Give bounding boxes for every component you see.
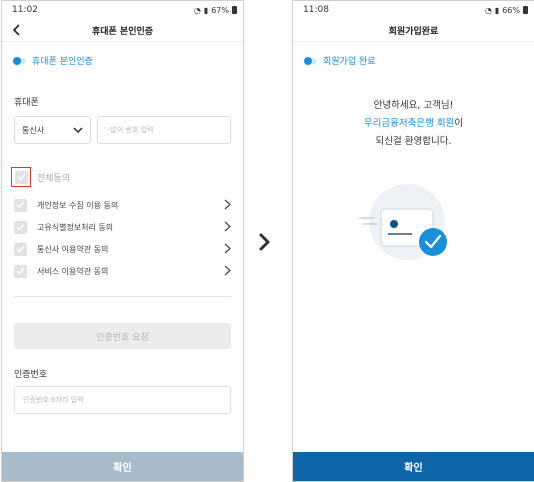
- term-item[interactable]: 고유식별정보처리 동의: [14, 216, 243, 238]
- success-illustration: [359, 184, 447, 260]
- phone-section-label: 휴대폰: [14, 98, 39, 108]
- status-time: 11:02: [12, 5, 38, 15]
- wifi-icon: ◔: [193, 5, 201, 15]
- welcome-highlight: 우리금융저축은행 회원: [363, 118, 455, 129]
- step-toggle-icon: [304, 56, 317, 65]
- check-icon: [16, 201, 25, 209]
- term-checkbox[interactable]: [14, 198, 27, 212]
- welcome-message: 안녕하세요, 고객님! 우리금융저축은행 회원이 되신걸 환영합니다.: [293, 97, 534, 151]
- step-indicator: 휴대폰 본인인증: [2, 54, 243, 67]
- check-icon: [17, 173, 26, 181]
- check-icon: [16, 245, 25, 253]
- carrier-select-value: 통신사: [22, 125, 45, 135]
- battery-icon: [232, 6, 237, 14]
- next-arrow-icon: [259, 233, 270, 251]
- back-arrow-icon[interactable]: [10, 22, 24, 38]
- agree-all-checkbox[interactable]: [11, 167, 31, 187]
- phone-screen-complete: 11:08 ◔ ▮ 66% 회원가입완료 회원가입 완료 안녕하세요, 고객님!…: [292, 0, 534, 482]
- status-time: 11:08: [303, 5, 329, 15]
- step-label: 휴대폰 본인인증: [32, 57, 93, 67]
- status-bar: 11:02 ◔ ▮ 67%: [2, 1, 243, 19]
- phone-input-row: 통신사: [14, 116, 231, 144]
- welcome-line-3: 되신걸 환영합니다.: [375, 136, 452, 147]
- verification-code-input[interactable]: [14, 386, 231, 414]
- signal-icon: ▮: [203, 5, 209, 15]
- welcome-line-1: 안녕하세요, 고객님!: [373, 100, 454, 111]
- term-label: 통신사 이용약관 동의: [37, 244, 109, 254]
- term-checkbox[interactable]: [14, 220, 27, 234]
- check-icon: [16, 223, 25, 231]
- chevron-right-icon[interactable]: [224, 265, 231, 276]
- agree-all-row[interactable]: 전체동의: [11, 166, 243, 188]
- confirm-button[interactable]: 확인: [293, 452, 534, 481]
- term-label: 고유식별정보처리 동의: [37, 222, 114, 232]
- term-item[interactable]: 개인정보 수집 이용 동의: [14, 194, 243, 216]
- wifi-icon: ◔: [484, 5, 492, 15]
- step-toggle-icon: [13, 56, 26, 65]
- battery-percent: 67%: [211, 5, 229, 15]
- phone-screen-verification: 11:02 ◔ ▮ 67% 휴대폰 본인인증 휴대폰 본인인증 휴대폰 통신사: [1, 0, 244, 482]
- confirm-button[interactable]: 확인: [2, 452, 243, 481]
- terms-list: 개인정보 수집 이용 동의 고유식별정보처리 동의 통신사 이용약관 동의 서비…: [14, 194, 243, 282]
- page-title: 휴대폰 본인인증: [91, 26, 154, 37]
- term-item[interactable]: 통신사 이용약관 동의: [14, 238, 243, 260]
- term-checkbox[interactable]: [14, 264, 27, 278]
- page-title: 회원가입완료: [388, 26, 439, 37]
- status-icons: ◔ ▮ 66%: [485, 6, 528, 15]
- checkbox-box: [14, 170, 28, 184]
- phone-number-input[interactable]: [97, 116, 231, 144]
- term-item[interactable]: 서비스 이용약관 동의: [14, 260, 243, 282]
- code-label: 인증번호: [14, 370, 48, 380]
- chevron-down-icon: [73, 127, 83, 133]
- term-label: 서비스 이용약관 동의: [37, 266, 109, 276]
- chevron-right-icon[interactable]: [224, 243, 231, 254]
- battery-icon: [523, 6, 528, 14]
- divider: [14, 296, 231, 297]
- header: 휴대폰 본인인증: [2, 19, 243, 42]
- carrier-select[interactable]: 통신사: [14, 116, 91, 144]
- term-checkbox[interactable]: [14, 242, 27, 256]
- status-icons: ◔ ▮ 67%: [194, 6, 237, 15]
- header: 회원가입완료: [293, 19, 534, 42]
- chevron-right-icon[interactable]: [224, 221, 231, 232]
- step-indicator: 회원가입 완료: [293, 54, 534, 67]
- agree-all-label: 전체동의: [37, 173, 71, 184]
- term-label: 개인정보 수집 이용 동의: [37, 200, 119, 210]
- step-label: 회원가입 완료: [323, 57, 376, 67]
- request-code-button[interactable]: 인증번호 요청: [14, 323, 231, 349]
- welcome-line-2: 우리금융저축은행 회원이: [293, 115, 534, 133]
- battery-percent: 66%: [502, 5, 520, 15]
- check-icon: [16, 267, 25, 275]
- status-bar: 11:08 ◔ ▮ 66%: [293, 1, 534, 19]
- signal-icon: ▮: [494, 5, 500, 15]
- welcome-suffix: 이: [454, 118, 464, 129]
- chevron-right-icon[interactable]: [224, 199, 231, 210]
